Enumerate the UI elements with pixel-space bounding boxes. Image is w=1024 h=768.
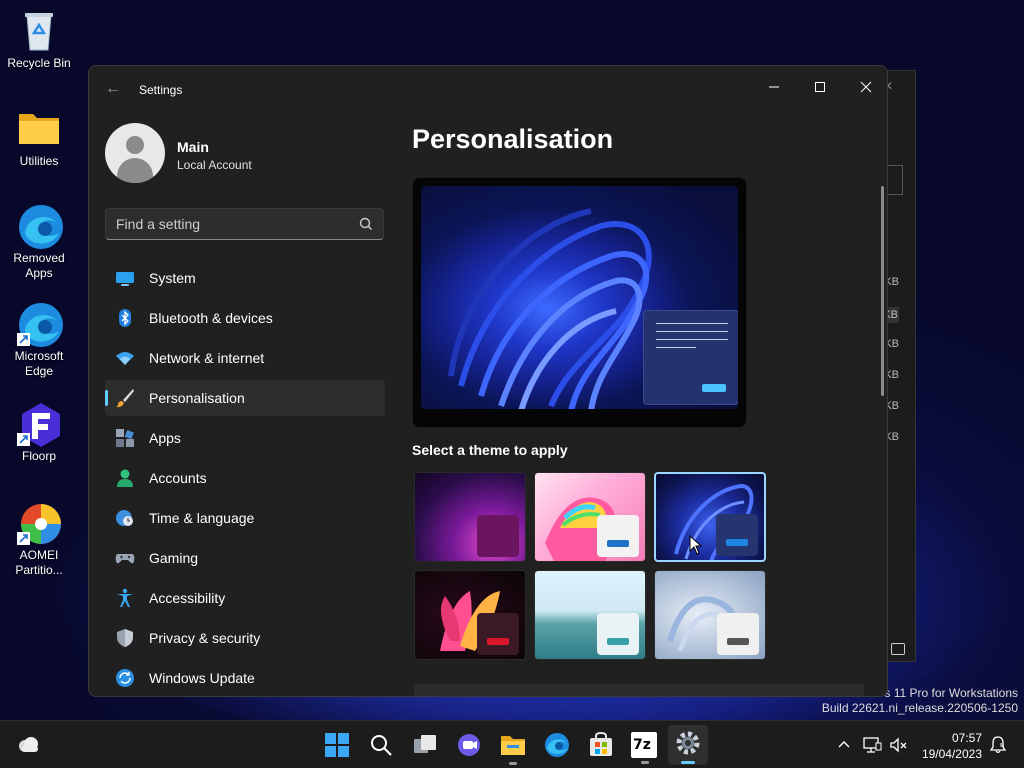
shield-icon <box>115 628 135 648</box>
desktop-icon-aomei[interactable]: AOMEI Partitio... <box>3 500 75 578</box>
account-type: Local Account <box>177 158 252 172</box>
desktop-icon-label: Floorp <box>21 449 56 463</box>
desktop-icon-label: AOMEI Partitio... <box>15 548 63 577</box>
search-icon[interactable] <box>357 215 375 233</box>
edge-icon <box>17 203 63 249</box>
scrollbar[interactable] <box>881 186 884 396</box>
preview-window-mock <box>643 310 738 405</box>
theme-tile[interactable] <box>654 570 766 660</box>
settings-card-partial[interactable] <box>414 684 864 696</box>
page-title: Personalisation <box>412 124 614 154</box>
nav-label: Apps <box>149 430 181 446</box>
theme-tile[interactable] <box>534 472 646 562</box>
nav-item-windows-update[interactable]: Windows Update <box>105 660 385 696</box>
store-icon[interactable] <box>587 731 615 759</box>
back-arrow-icon[interactable]: ← <box>105 80 121 98</box>
clock[interactable]: 07:57 19/04/2023 <box>912 730 982 762</box>
window-title: Settings <box>139 83 183 97</box>
start-icon[interactable] <box>323 731 351 759</box>
7zip-icon[interactable]: 7z <box>631 732 657 764</box>
avatar <box>105 123 165 183</box>
nav-label: Bluetooth & devices <box>149 310 273 326</box>
wifi-icon <box>115 348 135 368</box>
taskbar: 7z 07:57 19/04/2023 <box>0 720 1024 768</box>
desktop-icon-label: Microsoft Edge <box>14 349 64 378</box>
desktop-icon-label: Utilities <box>19 154 59 168</box>
theme-tile[interactable] <box>414 570 526 660</box>
monitor-icon <box>115 268 135 288</box>
clock-time: 07:57 <box>951 731 982 745</box>
weather-icon[interactable] <box>14 731 42 759</box>
gamepad-icon <box>115 548 135 568</box>
network-icon[interactable] <box>862 721 882 768</box>
nav-item-apps[interactable]: Apps <box>105 420 385 456</box>
chevron-up-icon <box>838 741 850 748</box>
apps-icon <box>115 428 135 448</box>
desktop-icon-removed-apps[interactable]: Removed Apps <box>3 203 75 281</box>
notification-icon[interactable] <box>988 721 1008 768</box>
edge-icon[interactable] <box>543 731 571 759</box>
nav-item-personalisation[interactable]: Personalisation <box>105 380 385 416</box>
aomei-icon <box>17 500 61 545</box>
user-name: Main <box>177 139 209 155</box>
nav-item-accessibility[interactable]: Accessibility <box>105 580 385 616</box>
clock-globe-icon <box>115 508 135 528</box>
nav-label: System <box>149 270 196 286</box>
theme-tile[interactable] <box>534 570 646 660</box>
theme-tile[interactable] <box>414 472 526 562</box>
nav-item-privacy-security[interactable]: Privacy & security <box>105 620 385 656</box>
desktop-icon-microsoft-edge[interactable]: Microsoft Edge <box>3 301 75 379</box>
task-view-icon[interactable] <box>411 731 439 759</box>
theme-tile-selected[interactable] <box>654 472 766 562</box>
tray-overflow-chevron[interactable] <box>836 721 852 768</box>
nav-label: Network & internet <box>149 350 265 366</box>
clock-date: 19/04/2023 <box>921 747 982 761</box>
search-input[interactable] <box>105 208 384 240</box>
nav-item-network[interactable]: Network & internet <box>105 340 385 376</box>
person-icon <box>115 468 135 488</box>
settings-icon[interactable] <box>668 725 708 765</box>
file-explorer-icon[interactable] <box>499 731 527 765</box>
nav-item-accounts[interactable]: Accounts <box>105 460 385 496</box>
desktop-icon-recycle-bin[interactable]: Recycle Bin <box>3 8 75 71</box>
accessibility-icon <box>115 588 135 608</box>
theme-section-heading: Select a theme to apply <box>412 442 568 458</box>
theme-preview <box>412 177 747 428</box>
mouse-cursor-icon <box>689 535 703 555</box>
volume-muted-icon[interactable] <box>888 721 908 768</box>
chat-icon[interactable] <box>455 731 483 759</box>
settings-window: ← Settings Main Local Account System <box>88 65 888 697</box>
nav-item-time-language[interactable]: Time & language <box>105 500 385 536</box>
desktop-icon-label: Recycle Bin <box>7 56 71 70</box>
status-icon[interactable] <box>891 643 905 655</box>
nav-label: Accounts <box>149 470 207 486</box>
nav-item-bluetooth[interactable]: Bluetooth & devices <box>105 300 385 336</box>
7zip-label: 7z <box>633 737 651 753</box>
nav-label: Time & language <box>149 510 255 526</box>
desktop-icon-utilities[interactable]: Utilities <box>3 106 75 169</box>
nav-item-gaming[interactable]: Gaming <box>105 540 385 576</box>
nav-label: Personalisation <box>149 390 245 406</box>
nav-label: Windows Update <box>149 670 255 686</box>
paintbrush-icon <box>115 388 135 408</box>
watermark-edition: s 11 Pro for Workstations <box>884 686 1018 700</box>
update-icon <box>115 668 135 688</box>
folder-icon <box>17 106 61 150</box>
recycle-bin-icon <box>17 8 61 52</box>
desktop-icon-floorp[interactable]: Floorp <box>3 401 75 464</box>
search-icon[interactable] <box>367 731 395 759</box>
nav-label: Privacy & security <box>149 630 261 646</box>
nav-label: Gaming <box>149 550 199 566</box>
floorp-icon <box>17 401 61 447</box>
nav-item-system[interactable]: System <box>105 260 385 296</box>
navigation-list: System Bluetooth & devices Network & int… <box>105 260 385 696</box>
bluetooth-icon <box>115 308 135 328</box>
watermark-build: Build 22621.ni_release.220506-1250 <box>821 701 1018 715</box>
content-pane: Personalisation Select a theme to apply <box>412 66 887 696</box>
nav-label: Accessibility <box>149 590 226 606</box>
desktop-icon-label: Removed Apps <box>13 251 65 280</box>
edge-shortcut-icon <box>17 301 63 347</box>
